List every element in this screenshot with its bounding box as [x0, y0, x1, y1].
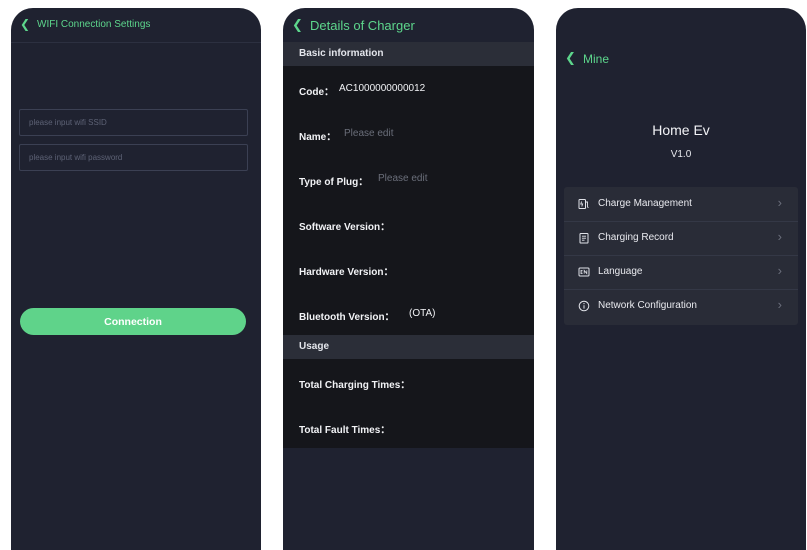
row-code: Code： AC1000000000012: [283, 66, 534, 112]
chevron-left-icon[interactable]: ❮: [565, 51, 576, 64]
row-hardware-version: Hardware Version：: [283, 246, 534, 292]
menu-item-language[interactable]: Language ›: [564, 255, 798, 290]
chevron-left-icon[interactable]: ❮: [20, 18, 30, 30]
menu-item-label: Network Configuration: [598, 300, 697, 311]
chevron-right-icon: ›: [777, 229, 782, 244]
bluetooth-ota-value[interactable]: (OTA): [409, 308, 435, 319]
name-placeholder[interactable]: Please edit: [344, 128, 393, 139]
software-version-label: Software Version：: [299, 222, 391, 233]
section-header-basic: Basic information: [283, 42, 534, 66]
bluetooth-version-label: Bluetooth Version：: [299, 312, 395, 323]
app-version: V1.0: [670, 149, 692, 160]
section-header-usage: Usage: [283, 335, 534, 359]
chevron-right-icon: ›: [777, 195, 782, 210]
plug-type-placeholder[interactable]: Please edit: [378, 173, 427, 184]
charger-header: ❮ Details of Charger: [283, 8, 534, 42]
menu-item-network-configuration[interactable]: Network Configuration ›: [564, 289, 798, 323]
menu-item-label: Charging Record: [598, 232, 674, 243]
code-label: Code：: [299, 87, 334, 98]
menu-item-label: Charge Management: [598, 198, 692, 209]
row-bluetooth-version[interactable]: Bluetooth Version： (OTA): [283, 291, 534, 335]
hardware-version-label: Hardware Version：: [299, 267, 394, 278]
connection-button[interactable]: Connection: [20, 308, 246, 335]
chevron-left-icon[interactable]: ❮: [292, 18, 303, 31]
row-software-version: Software Version：: [283, 201, 534, 247]
page-title: WIFI Connection Settings: [37, 19, 151, 30]
menu-item-label: Language: [598, 266, 643, 277]
code-value: AC1000000000012: [339, 83, 426, 94]
total-charging-times-label: Total Charging Times：: [299, 380, 411, 391]
section-title: Usage: [299, 341, 330, 352]
row-plug-type[interactable]: Type of Plug： Please edit: [283, 156, 534, 202]
wifi-header: ❮ WIFI Connection Settings: [11, 8, 261, 43]
charger-details-screen: ❮ Details of Charger Basic information C…: [283, 8, 534, 550]
page-title: Details of Charger: [310, 18, 415, 33]
mine-screen: ❮ Mine Home Ev V1.0 Charge Management › …: [556, 8, 806, 550]
menu-item-charge-management[interactable]: Charge Management ›: [564, 187, 798, 222]
record-icon: [579, 233, 589, 244]
total-fault-times-label: Total Fault Times：: [299, 425, 391, 436]
settings-menu: Charge Management › Charging Record › La…: [564, 187, 798, 325]
row-name[interactable]: Name： Please edit: [283, 111, 534, 157]
wifi-settings-screen: ❮ WIFI Connection Settings Connection: [11, 8, 261, 550]
row-total-charging-times: Total Charging Times：: [283, 359, 534, 405]
chevron-right-icon: ›: [777, 297, 782, 312]
plug-type-label: Type of Plug：: [299, 177, 369, 188]
mine-header: ❮ Mine: [556, 46, 806, 70]
page-title: Mine: [583, 52, 610, 66]
info-icon: [578, 300, 590, 312]
language-icon: [578, 267, 590, 277]
app-name: Home Ev: [652, 122, 710, 138]
charger-icon: [578, 199, 589, 209]
chevron-right-icon: ›: [777, 263, 782, 278]
section-title: Basic information: [299, 48, 384, 59]
row-total-fault-times: Total Fault Times：: [283, 404, 534, 448]
menu-item-charging-record[interactable]: Charging Record ›: [564, 221, 798, 256]
wifi-ssid-input[interactable]: [19, 109, 248, 136]
wifi-password-input[interactable]: [19, 144, 248, 171]
name-label: Name：: [299, 132, 337, 143]
